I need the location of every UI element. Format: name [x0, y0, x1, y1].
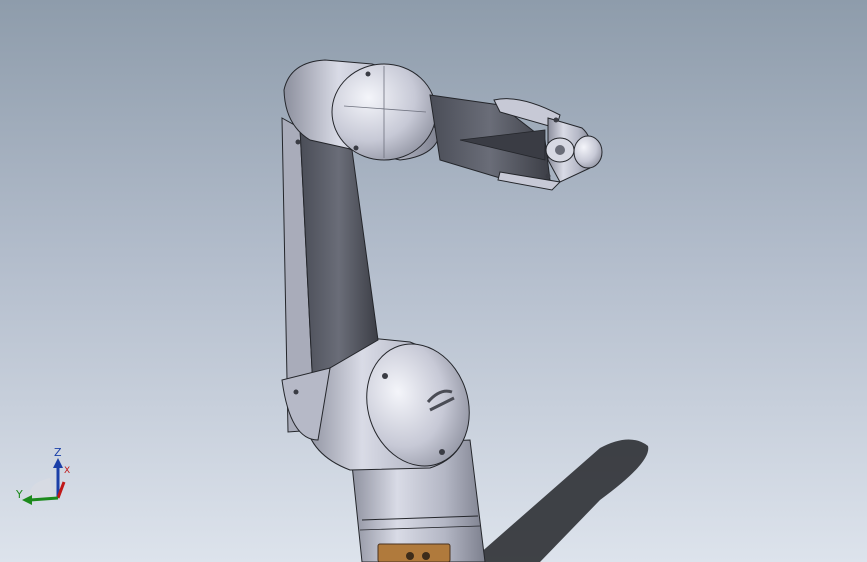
3d-viewport[interactable]: Z X Y [0, 0, 867, 562]
y-axis-arrow [29, 496, 59, 502]
base-badge [377, 543, 451, 562]
shoulder-bolt-bottom [439, 449, 445, 455]
y-axis-label: Y [16, 488, 23, 501]
shoulder-bolt-top [382, 373, 388, 379]
x-axis-label: X [64, 466, 71, 476]
robot-arm-model[interactable] [0, 0, 867, 562]
forearm-link [429, 94, 562, 191]
wrist-flange [545, 117, 603, 183]
view-orientation-triad[interactable] [14, 444, 78, 510]
z-axis-label: Z [54, 446, 62, 459]
floor-shadow [470, 439, 649, 562]
